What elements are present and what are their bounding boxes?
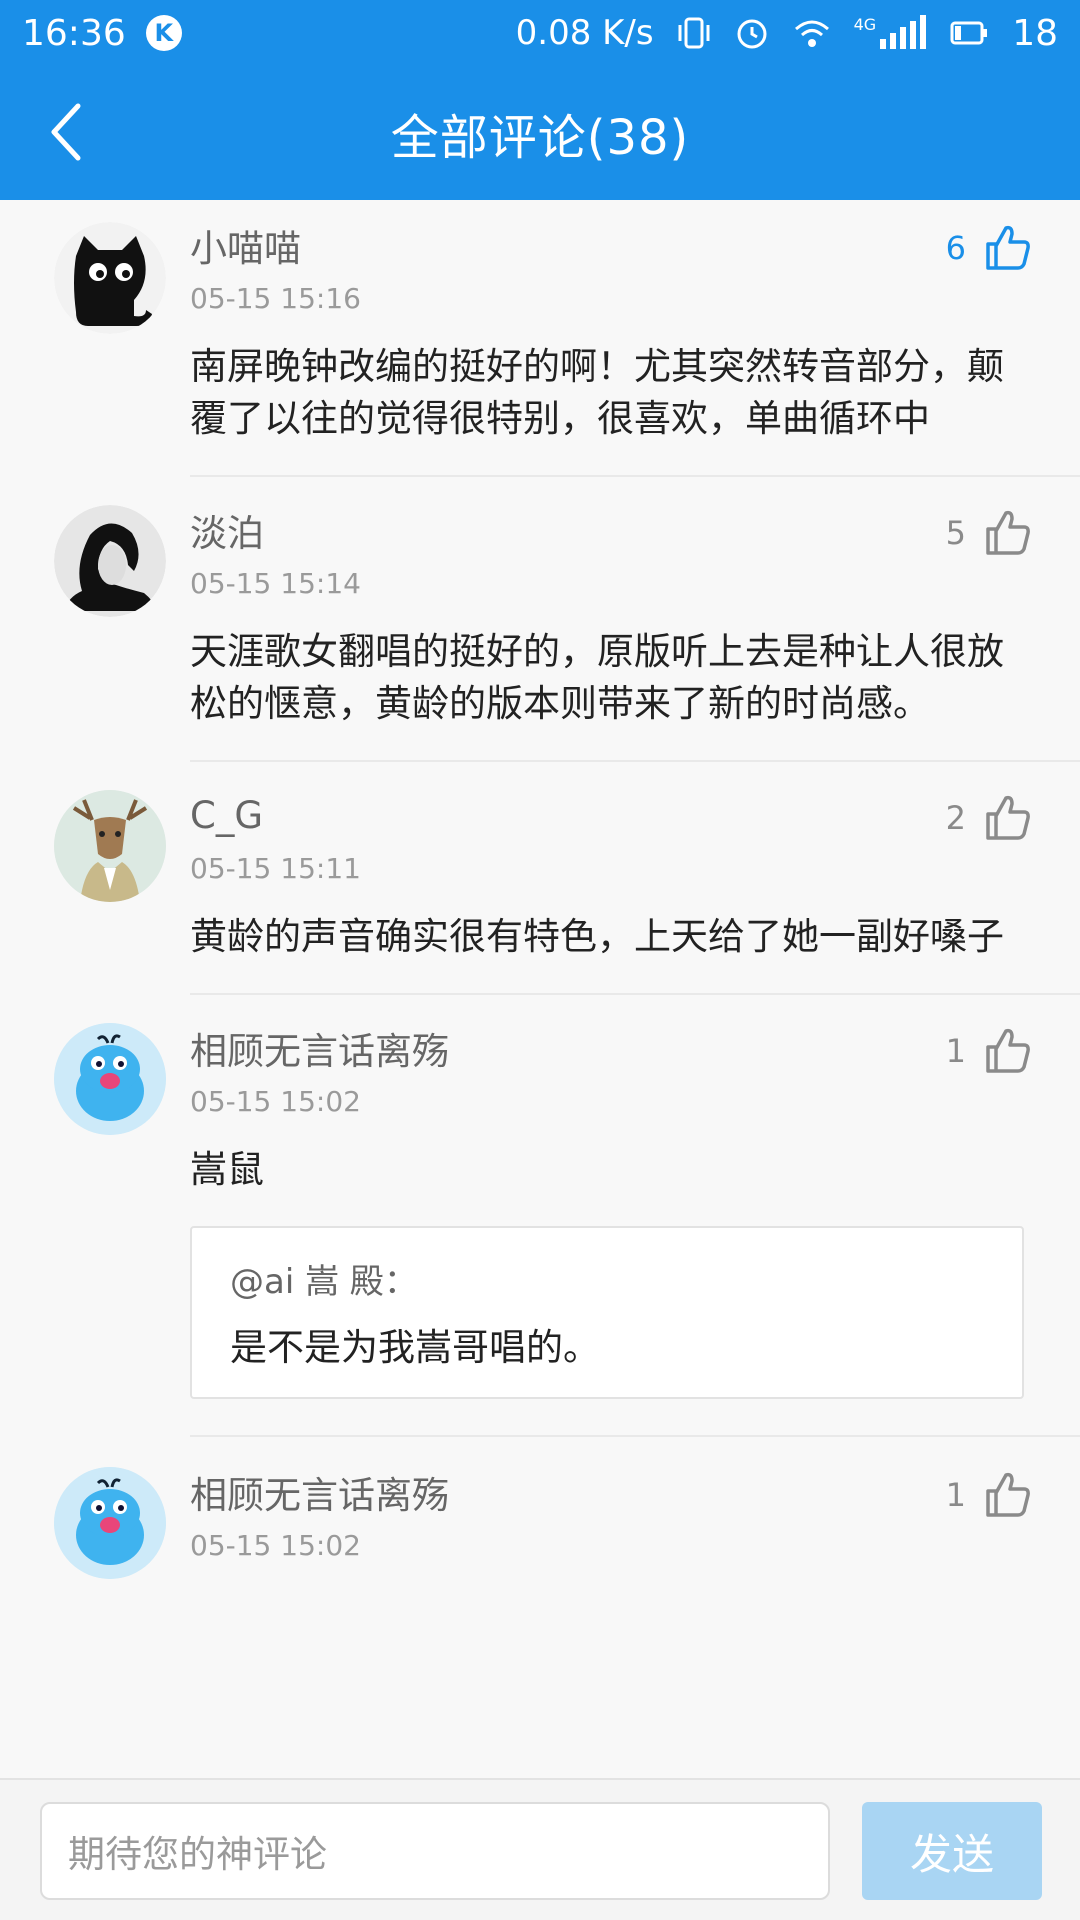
thumbs-up-icon [986,225,1030,270]
status-time: 16:36 [22,12,126,54]
battery-level: 18 [1012,12,1058,54]
thumbs-up-icon [986,795,1030,840]
divider [190,1435,1080,1437]
app-header: 全部评论(38) [0,66,1080,200]
divider [190,760,1080,762]
wifi-icon [792,15,832,51]
comment-text: 嵩鼠 [190,1148,264,1191]
comment-item: 相顾无言话离殇 05-15 15:02 1 [0,1465,1080,1579]
vibrate-icon [676,15,712,51]
chevron-left-icon [51,103,81,161]
avatar[interactable] [54,222,166,334]
quoted-text: 是不是为我嵩哥唱的。 [230,1326,600,1369]
alarm-icon [734,15,770,51]
avatar[interactable] [54,1023,166,1135]
page-title: 全部评论(38) [390,110,690,166]
comment-item: 淡泊 05-15 15:14 5 天涯歌女翻唱的挺好的，原版听上去是种让人很放松… [0,503,1080,730]
comment-author[interactable]: C_G [190,788,1024,842]
network-type: 4G [853,15,877,34]
comment-input[interactable]: 期待您的神评论 [40,1802,830,1900]
divider [190,475,1080,477]
thumbs-up-icon [986,1028,1030,1073]
send-button[interactable]: 发送 [862,1802,1042,1900]
comment-text: 南屏晚钟改编的挺好的啊！尤其突然转音部分，颠覆了以往的觉得很特别，很喜欢，单曲循… [190,345,1004,440]
comment-author[interactable]: 相顾无言话离殇 [190,1465,1024,1519]
like-button[interactable]: 1 [946,1471,1030,1519]
status-bar: 16:36 K 0.08 K/s 4G 18 [0,0,1080,66]
signal-icon: 4G [854,15,929,51]
quoted-author: @ai 嵩 殿： [230,1262,418,1302]
like-count: 1 [945,1476,966,1514]
comment-time: 05-15 15:02 [190,1085,361,1118]
like-button[interactable]: 6 [946,224,1030,272]
like-count: 6 [945,229,966,267]
like-button[interactable]: 1 [946,1027,1030,1075]
comment-item: 相顾无言话离殇 05-15 15:02 1 嵩鼠 @ai 嵩 殿： 是不是为我嵩… [0,1021,1080,1399]
avatar[interactable] [54,505,166,617]
like-count: 5 [945,514,966,552]
like-button[interactable]: 2 [946,794,1030,842]
thumbs-up-icon [986,1472,1030,1517]
comment-text: 天涯歌女翻唱的挺好的，原版听上去是种让人很放松的惬意，黄龄的版本则带来了新的时尚… [190,630,1004,725]
comment-author[interactable]: 淡泊 [190,503,1024,557]
comment-time: 05-15 15:02 [190,1529,361,1562]
comment-item: 小喵喵 05-15 15:16 6 南屏晚钟改编的挺好的啊！尤其突然转音部分，颠… [0,218,1080,445]
like-button[interactable]: 5 [946,509,1030,557]
comment-time: 05-15 15:11 [190,852,361,885]
back-button[interactable] [36,102,96,162]
like-count: 1 [945,1032,966,1070]
avatar[interactable] [54,790,166,902]
comment-input-bar: 期待您的神评论 发送 [0,1778,1080,1920]
comment-author[interactable]: 小喵喵 [190,218,1024,272]
avatar[interactable] [54,1467,166,1579]
battery-icon [950,15,990,51]
quoted-reply[interactable]: @ai 嵩 殿： 是不是为我嵩哥唱的。 [190,1226,1024,1399]
divider [190,993,1080,995]
comment-author[interactable]: 相顾无言话离殇 [190,1021,1024,1075]
comment-item: C_G 05-15 15:11 2 黄龄的声音确实很有特色，上天给了她一副好嗓子 [0,788,1080,963]
like-count: 2 [945,799,966,837]
network-speed: 0.08 K/s [515,13,654,53]
comment-text: 黄龄的声音确实很有特色，上天给了她一副好嗓子 [190,915,1004,958]
comment-list[interactable]: 小喵喵 05-15 15:16 6 南屏晚钟改编的挺好的啊！尤其突然转音部分，颠… [0,200,1080,1778]
thumbs-up-icon [986,510,1030,555]
comment-time: 05-15 15:14 [190,567,361,600]
app-badge-icon: K [145,15,182,51]
comment-time: 05-15 15:16 [190,282,361,315]
